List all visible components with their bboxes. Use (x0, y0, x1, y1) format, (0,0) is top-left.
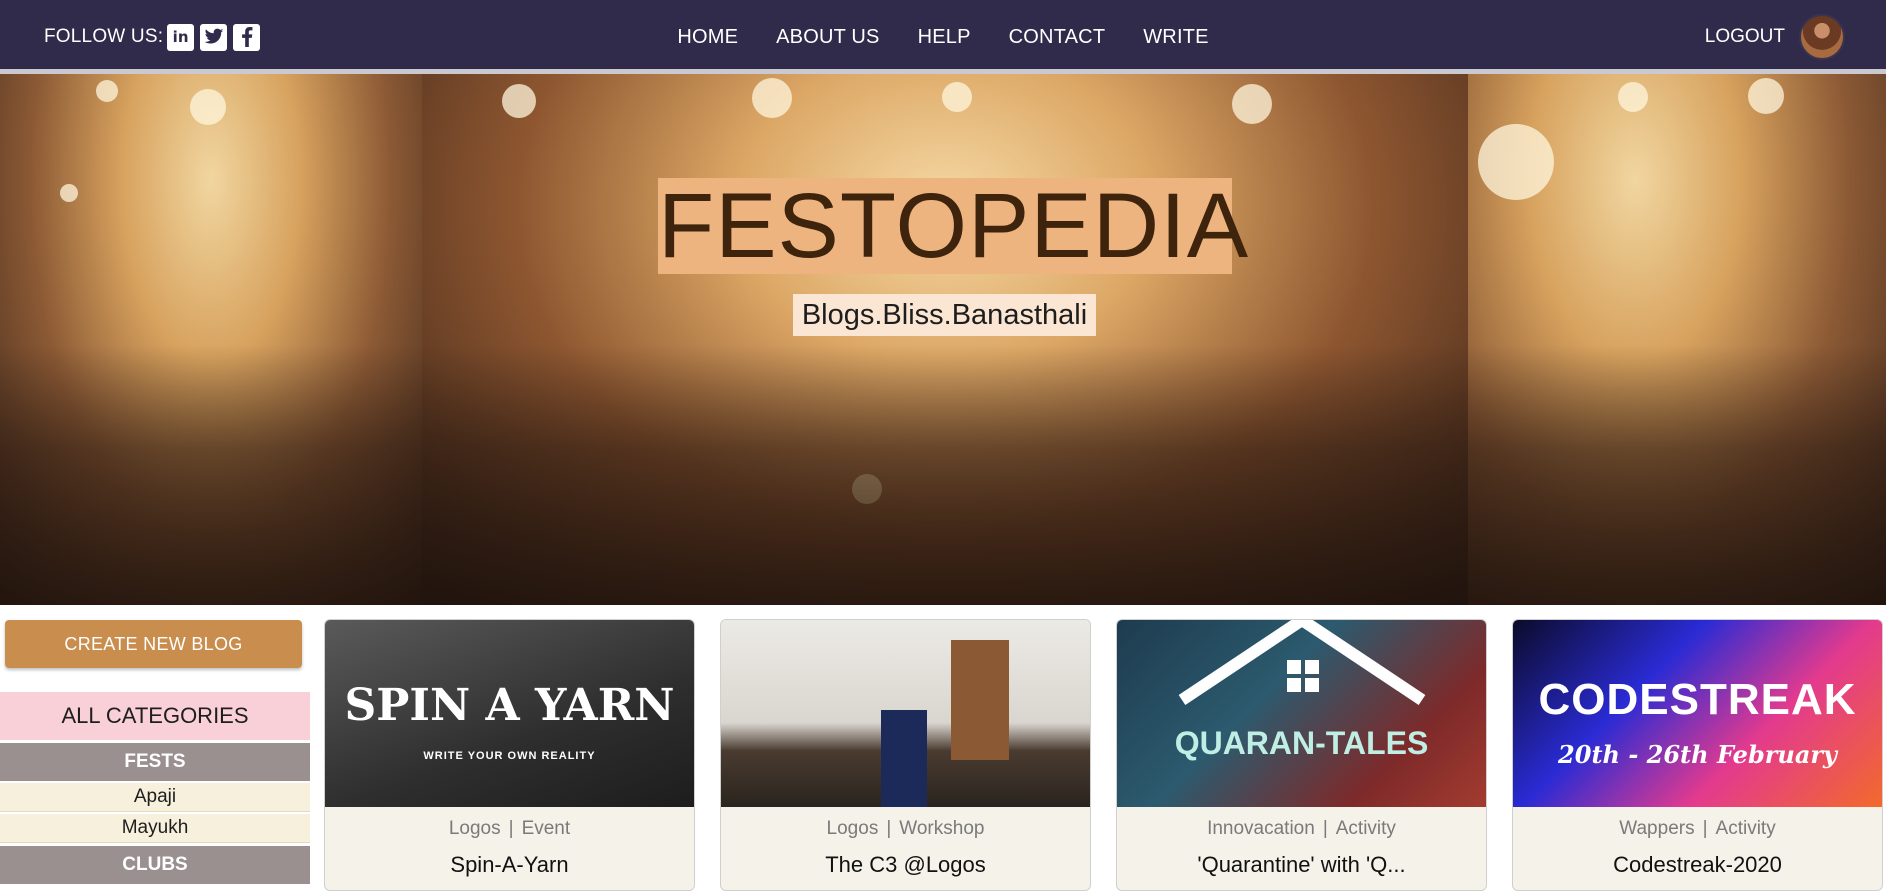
blog-card-club[interactable]: Innovacation (1207, 818, 1315, 839)
podium-shape (881, 710, 927, 807)
blog-card-type[interactable]: Activity (1716, 818, 1776, 839)
blog-card[interactable]: QUARAN-TALES Innovacation | Activity 'Quar… (1116, 619, 1487, 891)
house-roof-icon (1178, 620, 1426, 705)
blog-card-type[interactable]: Event (522, 818, 571, 839)
facebook-icon[interactable] (233, 23, 261, 51)
blog-card-title[interactable]: Codestreak-2020 (1513, 852, 1882, 878)
blog-card[interactable]: SPIN A YARN WRITE YOUR OWN REALITY Logos… (324, 619, 695, 891)
nav-contact[interactable]: CONTACT (1009, 26, 1106, 49)
thumb-subtitle: WRITE YOUR OWN REALITY (423, 750, 596, 762)
nav-write[interactable]: WRITE (1143, 26, 1208, 49)
category-group-clubs[interactable]: CLUBS (0, 846, 310, 884)
avatar[interactable] (1799, 14, 1845, 60)
social-links: in (167, 23, 261, 51)
hero-image-right (1468, 74, 1886, 605)
category-item-apaji[interactable]: Apaji (0, 783, 310, 812)
hero-banner (0, 74, 1886, 605)
blog-card-club[interactable]: Wappers (1619, 818, 1694, 839)
blog-card-meta: Innovacation | Activity (1207, 818, 1396, 839)
hero-image-left (0, 74, 422, 605)
blog-card-image[interactable]: CODESTREAK 20th - 26th February (1513, 620, 1882, 807)
logout-area: LOGOUT (1705, 0, 1845, 74)
category-group-fests[interactable]: FESTS (0, 743, 310, 781)
blog-card-title[interactable]: The C3 @Logos (721, 852, 1090, 878)
nav-about-us[interactable]: ABOUT US (776, 26, 879, 49)
follow-us-label: FOLLOW US: (44, 26, 164, 47)
top-navbar: FOLLOW US: in HOME ABOUT US HELP CONTACT… (0, 0, 1886, 74)
blog-card-title[interactable]: Spin-A-Yarn (325, 852, 694, 878)
category-item-mayukh[interactable]: Mayukh (0, 814, 310, 843)
thumb-title: CODESTREAK (1538, 675, 1857, 724)
blog-card-club[interactable]: Logos (449, 818, 501, 839)
all-categories-heading: ALL CATEGORIES (0, 692, 310, 740)
blog-card-meta: Logos | Workshop (826, 818, 985, 839)
blog-card-type[interactable]: Activity (1336, 818, 1396, 839)
hero-image-center (422, 74, 1468, 605)
nav-help[interactable]: HELP (918, 26, 971, 49)
blog-card[interactable]: CODESTREAK 20th - 26th February Wappers |… (1512, 619, 1883, 891)
blog-card-club[interactable]: Logos (827, 818, 879, 839)
nav-home[interactable]: HOME (677, 26, 738, 49)
door-shape (951, 640, 1009, 760)
hero-subtitle: Blogs.Bliss.Banasthali (793, 294, 1096, 336)
twitter-icon[interactable] (200, 23, 228, 51)
blog-card-image[interactable]: QUARAN-TALES (1117, 620, 1486, 807)
thumb-title: SPIN A YARN (344, 680, 675, 731)
hero-title: FESTOPEDIA (658, 175, 1250, 277)
blog-card[interactable]: Logos | Workshop The C3 @Logos (720, 619, 1091, 891)
categories-panel: ALL CATEGORIES FESTS Apaji Mayukh CLUBS (0, 692, 310, 884)
blog-card-title[interactable]: 'Quarantine' with 'Q... (1117, 852, 1486, 878)
thumb-subtitle: 20th - 26th February (1558, 740, 1837, 769)
logout-link[interactable]: LOGOUT (1705, 26, 1785, 48)
blog-card-meta: Wappers | Activity (1619, 818, 1776, 839)
linkedin-icon[interactable]: in (167, 23, 195, 51)
blog-card-meta: Logos | Event (448, 818, 571, 839)
blog-card-image[interactable]: SPIN A YARN WRITE YOUR OWN REALITY (325, 620, 694, 807)
thumb-title: QUARAN-TALES (1174, 725, 1429, 761)
main-nav: HOME ABOUT US HELP CONTACT WRITE (0, 0, 1886, 74)
create-new-blog-button[interactable]: CREATE NEW BLOG (5, 620, 302, 668)
blog-card-image[interactable] (721, 620, 1090, 807)
follow-us: FOLLOW US: in (44, 0, 261, 74)
blog-card-type[interactable]: Workshop (899, 818, 984, 839)
